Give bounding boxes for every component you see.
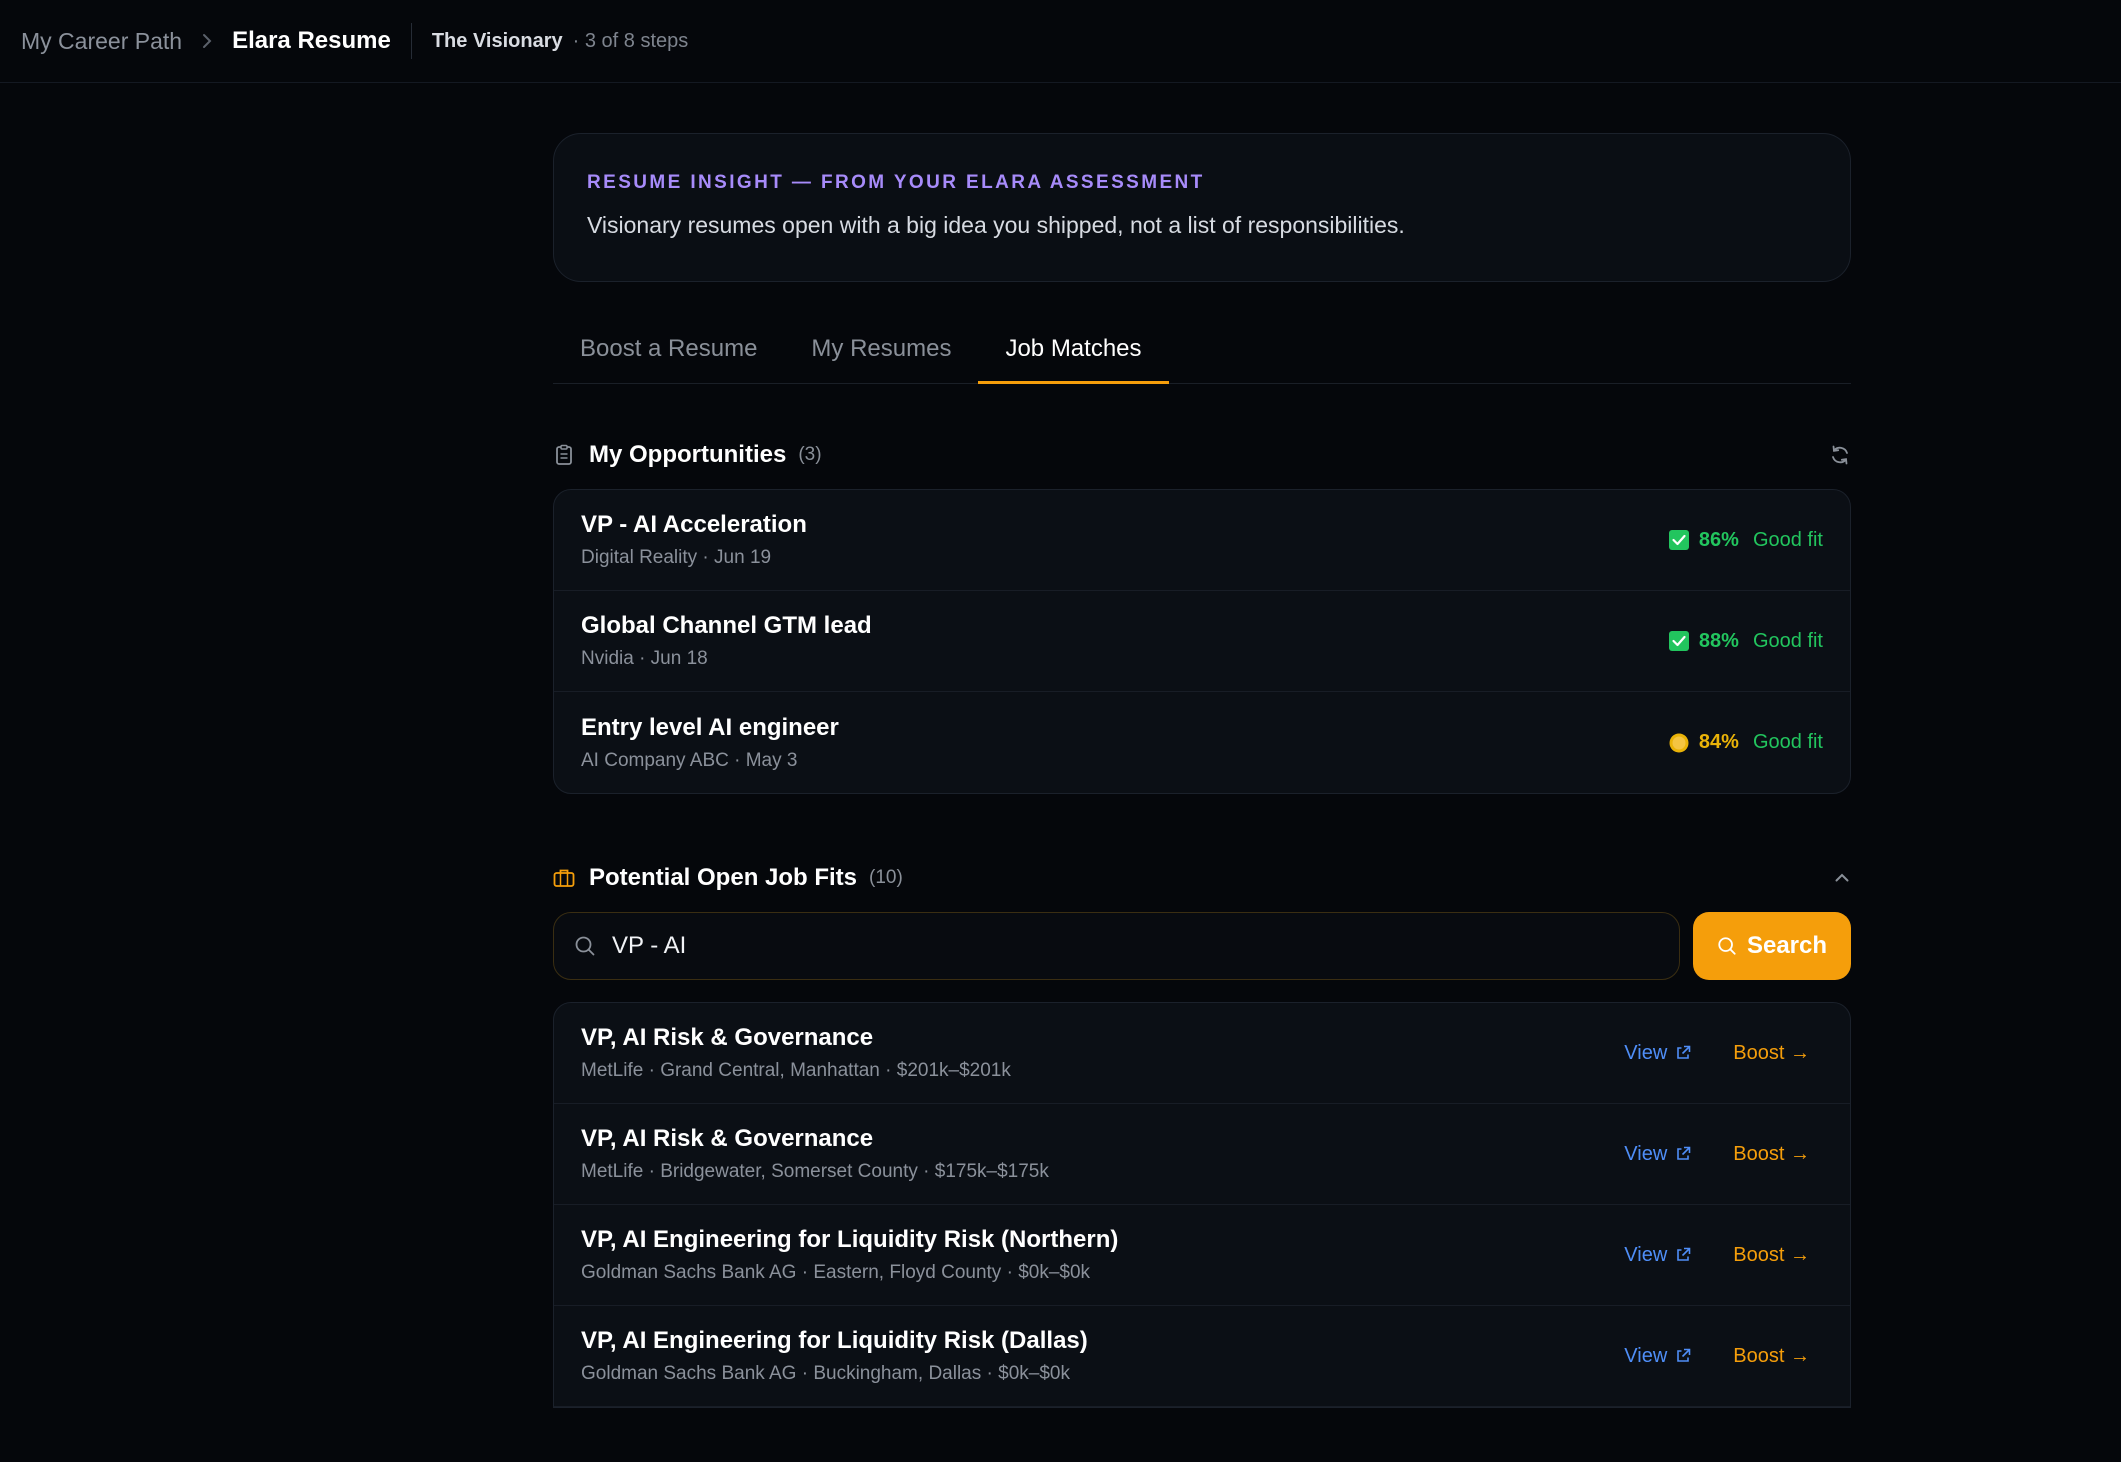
top-breadcrumb-bar: My Career Path Elara Resume The Visionar…: [0, 0, 2121, 83]
check-square-icon: [1668, 631, 1689, 651]
resume-mode-label: The Visionary: [431, 29, 563, 52]
job-title: VP, AI Engineering for Liquidity Risk (N…: [581, 1226, 1119, 1253]
tab-my-resumes[interactable]: My Resumes: [784, 323, 978, 383]
fit-score: 88%: [1698, 629, 1739, 652]
insight-text: Visionary resumes open with a big idea y…: [587, 212, 1405, 238]
briefcase-icon: [553, 867, 575, 889]
tab-bar: Boost a Resume My Resumes Job Matches: [553, 323, 1851, 384]
refresh-icon[interactable]: [1829, 444, 1851, 466]
boost-button[interactable]: Boost →: [1733, 1244, 1810, 1267]
job-meta: Goldman Sachs Bank AG · Eastern, Floyd C…: [581, 1262, 1091, 1283]
opportunity-title: VP - AI Acceleration: [581, 511, 807, 538]
boost-button[interactable]: Boost →: [1733, 1345, 1810, 1368]
breadcrumb-root-link[interactable]: My Career Path: [21, 28, 182, 55]
fit-label: Good fit: [1752, 629, 1823, 652]
fit-label: Good fit: [1752, 528, 1823, 551]
view-job-link[interactable]: View: [1624, 1244, 1691, 1267]
search-field[interactable]: [553, 912, 1680, 980]
opportunities-header: My Opportunities (3): [553, 435, 1851, 475]
job-meta: Goldman Sachs Bank AG · Buckingham, Dall…: [581, 1363, 1070, 1384]
main-content: RESUME INSIGHT — FROM YOUR ELARA ASSESSM…: [553, 133, 1851, 1408]
job-title: VP, AI Risk & Governance: [581, 1024, 874, 1051]
fit-indicator: 88% Good fit: [1668, 629, 1823, 653]
view-label: View: [1624, 1344, 1668, 1367]
search-icon: [1717, 936, 1737, 956]
job-fits-title: Potential Open Job Fits: [589, 864, 858, 891]
job-search-row: Search: [553, 912, 1851, 980]
opportunities-list: VP - AI Acceleration Digital Reality · J…: [553, 489, 1851, 794]
job-row: VP, AI Engineering for Liquidity Risk (N…: [554, 1205, 1850, 1306]
external-link-icon: [1675, 1045, 1691, 1061]
boost-button[interactable]: Boost →: [1733, 1143, 1810, 1166]
job-row: VP, AI Engineering for Liquidity Risk (D…: [554, 1306, 1850, 1407]
coin-icon: [1669, 733, 1689, 753]
job-meta: MetLife · Grand Central, Manhattan · $20…: [581, 1060, 1011, 1081]
chevron-right-icon: [200, 30, 214, 52]
job-search-input[interactable]: [610, 931, 1614, 961]
step-progress: · 3 of 8 steps: [572, 29, 689, 52]
opportunity-meta: Nvidia · Jun 18: [581, 648, 708, 669]
fit-indicator: 86% Good fit: [1668, 528, 1823, 552]
search-button-label: Search: [1746, 932, 1828, 959]
view-job-link[interactable]: View: [1624, 1345, 1691, 1368]
boost-button[interactable]: Boost →: [1733, 1042, 1810, 1065]
external-link-icon: [1675, 1146, 1691, 1162]
job-row: VP, AI Risk & Governance MetLife · Grand…: [554, 1003, 1850, 1104]
opportunity-row[interactable]: VP - AI Acceleration Digital Reality · J…: [554, 490, 1850, 591]
external-link-icon: [1675, 1247, 1691, 1263]
opportunities-count: (3): [798, 444, 822, 465]
fit-label: Good fit: [1752, 731, 1823, 753]
job-title: VP, AI Engineering for Liquidity Risk (D…: [581, 1327, 1088, 1354]
job-fits-list: VP, AI Risk & Governance MetLife · Grand…: [553, 1002, 1851, 1408]
insight-label: RESUME INSIGHT — FROM YOUR ELARA ASSESSM…: [587, 172, 1205, 193]
external-link-icon: [1675, 1348, 1691, 1364]
view-label: View: [1624, 1041, 1668, 1064]
opportunity-meta: AI Company ABC · May 3: [581, 749, 798, 771]
fit-score: 86%: [1698, 528, 1739, 551]
opportunity-title: Entry level AI engineer: [581, 713, 839, 741]
job-meta: MetLife · Bridgewater, Somerset County ·…: [581, 1161, 1049, 1182]
breadcrumb-divider: [410, 23, 412, 59]
view-job-link[interactable]: View: [1624, 1042, 1691, 1065]
tab-boost-resume[interactable]: Boost a Resume: [553, 323, 784, 383]
fit-indicator: 84% Good fit: [1669, 731, 1823, 754]
job-title: VP, AI Risk & Governance: [581, 1125, 874, 1152]
view-label: View: [1624, 1142, 1668, 1165]
chevron-up-icon[interactable]: [1833, 869, 1851, 887]
breadcrumb-current: Elara Resume: [232, 27, 391, 54]
job-fits-header: Potential Open Job Fits (10): [553, 858, 1851, 898]
opportunity-meta: Digital Reality · Jun 19: [581, 547, 772, 568]
job-row: VP, AI Risk & Governance MetLife · Bridg…: [554, 1104, 1850, 1205]
job-fits-count: (10): [869, 867, 903, 888]
opportunities-title: My Opportunities: [589, 441, 787, 468]
opportunity-title: Global Channel GTM lead: [581, 612, 872, 639]
search-icon: [574, 935, 596, 957]
view-label: View: [1624, 1243, 1668, 1266]
resume-insight-card: RESUME INSIGHT — FROM YOUR ELARA ASSESSM…: [553, 133, 1851, 282]
opportunity-row[interactable]: Global Channel GTM lead Nvidia · Jun 18 …: [554, 591, 1850, 692]
opportunity-row[interactable]: Entry level AI engineer AI Company ABC ·…: [554, 692, 1850, 793]
check-square-icon: [1668, 530, 1689, 550]
fit-score: 84%: [1698, 731, 1739, 753]
clipboard-icon: [553, 444, 575, 466]
view-job-link[interactable]: View: [1624, 1143, 1691, 1166]
search-button[interactable]: Search: [1693, 912, 1851, 980]
tab-job-matches[interactable]: Job Matches: [978, 323, 1169, 384]
